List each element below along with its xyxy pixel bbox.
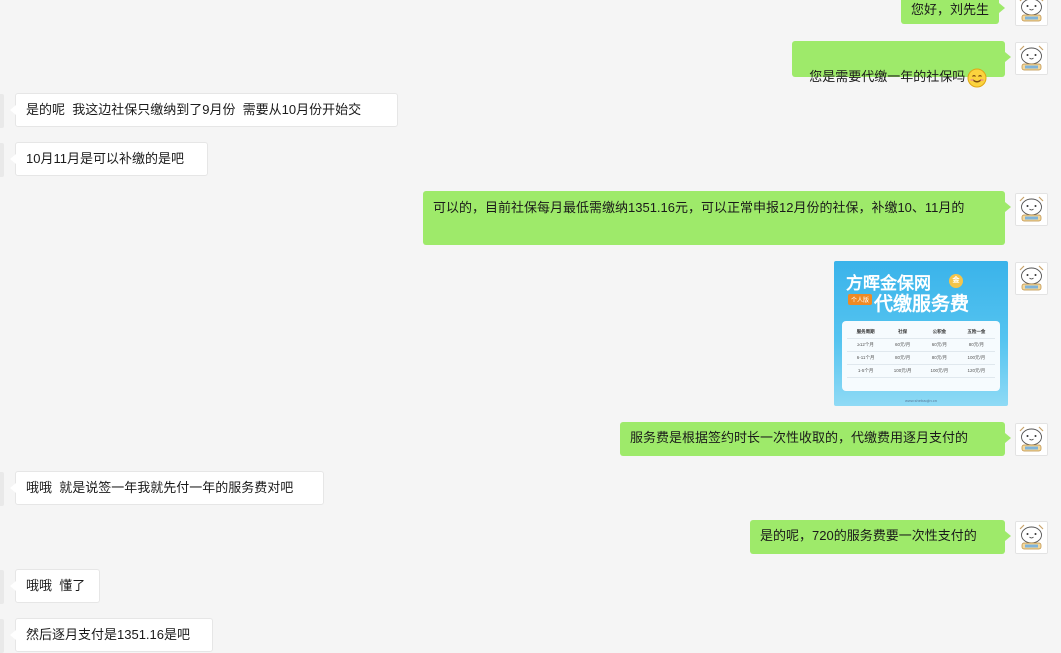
contact-avatar[interactable]	[0, 570, 4, 604]
table-header: 服务周期	[847, 326, 885, 339]
message-bubble-other[interactable]: 10月11月是可以补缴的是吧	[10, 142, 208, 176]
table-cell: 100元/月	[920, 364, 958, 378]
table-cell: ≥12个月	[847, 338, 885, 352]
message-bubble-self[interactable]: 您是需要代缴一年的社保吗	[792, 41, 1011, 88]
table-cell: 80元/月	[957, 338, 995, 352]
cat-avatar-icon[interactable]	[1015, 262, 1048, 295]
message-bubble-other[interactable]: 哦哦 就是说签一年我就先付一年的服务费对吧	[10, 471, 324, 505]
image-url: www.shebaojin.cn	[904, 398, 938, 403]
table-cell: 60元/月	[920, 338, 958, 352]
table-cell: 80元/月	[920, 351, 958, 365]
contact-avatar[interactable]	[0, 143, 4, 177]
smile-emoji-icon	[967, 68, 987, 88]
message-bubble-other[interactable]: 是的呢 我这边社保只缴纳到了9月份 需要从10月份开始交	[10, 93, 398, 127]
table-cell: 80元/月	[884, 351, 921, 365]
table-cell: 6-11个月	[847, 351, 885, 365]
cat-avatar-icon[interactable]	[1015, 0, 1048, 26]
message-bubble-self[interactable]: 您好，刘先生	[901, 0, 1006, 24]
image-tag: 个人版	[848, 294, 873, 305]
message-bubble-other[interactable]: 然后逐月支付是1351.16是吧	[10, 618, 213, 652]
table-header: 公积金	[920, 326, 958, 339]
fee-table: 服务周期 社保 公积金 五险一金 ≥12个月 60元/月 60元/月 80元/月…	[842, 321, 1000, 391]
image-subtitle: 代缴服务费	[874, 293, 970, 315]
message-bubble-self[interactable]: 可以的，目前社保每月最低需缴纳1351.16元，可以正常申报12月份的社保，补缴…	[423, 191, 1011, 245]
message-bubble-other[interactable]: 哦哦 懂了	[10, 569, 100, 603]
table-cell: 1-5个月	[847, 364, 885, 378]
service-fee-image[interactable]: 方晖金保网 金 个人版 代缴服务费 服务周期 社保 公积金 五险一金 ≥12个月…	[834, 261, 1008, 406]
table-cell: 100元/月	[957, 351, 995, 365]
table-cell: 120元/月	[957, 364, 995, 378]
cat-avatar-icon[interactable]	[1015, 423, 1048, 456]
message-text: 您是需要代缴一年的社保吗	[809, 69, 966, 84]
coin-icon: 金	[949, 274, 963, 288]
message-bubble-self[interactable]: 服务费是根据签约时长一次性收取的，代缴费用逐月支付的	[620, 422, 1011, 456]
message-bubble-self[interactable]: 是的呢，720的服务费要一次性支付的	[750, 520, 1011, 554]
contact-avatar[interactable]	[0, 619, 4, 653]
table-header: 社保	[884, 326, 921, 339]
contact-avatar[interactable]	[0, 472, 4, 506]
contact-avatar[interactable]	[0, 94, 4, 128]
cat-avatar-icon[interactable]	[1015, 521, 1048, 554]
table-cell: 60元/月	[884, 338, 921, 352]
table-header: 五险一金	[957, 326, 995, 339]
table-cell: 100元/月	[884, 364, 921, 378]
cat-avatar-icon[interactable]	[1015, 42, 1048, 75]
cat-avatar-icon[interactable]	[1015, 193, 1048, 226]
